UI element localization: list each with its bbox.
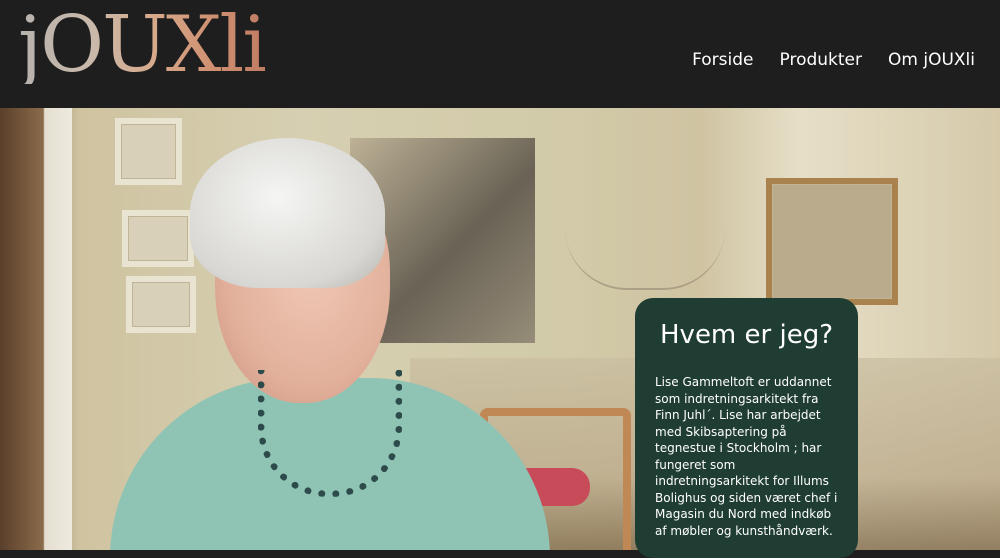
about-card-title: Hvem er jeg?: [660, 320, 833, 350]
photo-chandelier: [565, 228, 725, 290]
photo-door: [0, 108, 72, 550]
nav-link-forside[interactable]: Forside: [692, 50, 753, 70]
nav-link-produkter[interactable]: Produkter: [780, 50, 863, 70]
photo-frame: [122, 210, 194, 267]
about-card-text: Lise Gammeltoft er uddannet som indretni…: [655, 375, 838, 538]
photo-frame: [126, 276, 196, 333]
photo-frame: [766, 178, 898, 305]
main-nav: Forside Produkter Om jOUXli: [692, 50, 975, 70]
photo-frame: [115, 118, 182, 185]
about-card: Hvem er jeg? Lise Gammeltoft er uddannet…: [635, 298, 858, 558]
photo-woman-hair: [190, 138, 385, 288]
site-logo[interactable]: jOUXli: [18, 6, 267, 84]
site-header: jOUXli Forside Produkter Om jOUXli: [0, 0, 1000, 108]
nav-link-om[interactable]: Om jOUXli: [888, 50, 975, 70]
